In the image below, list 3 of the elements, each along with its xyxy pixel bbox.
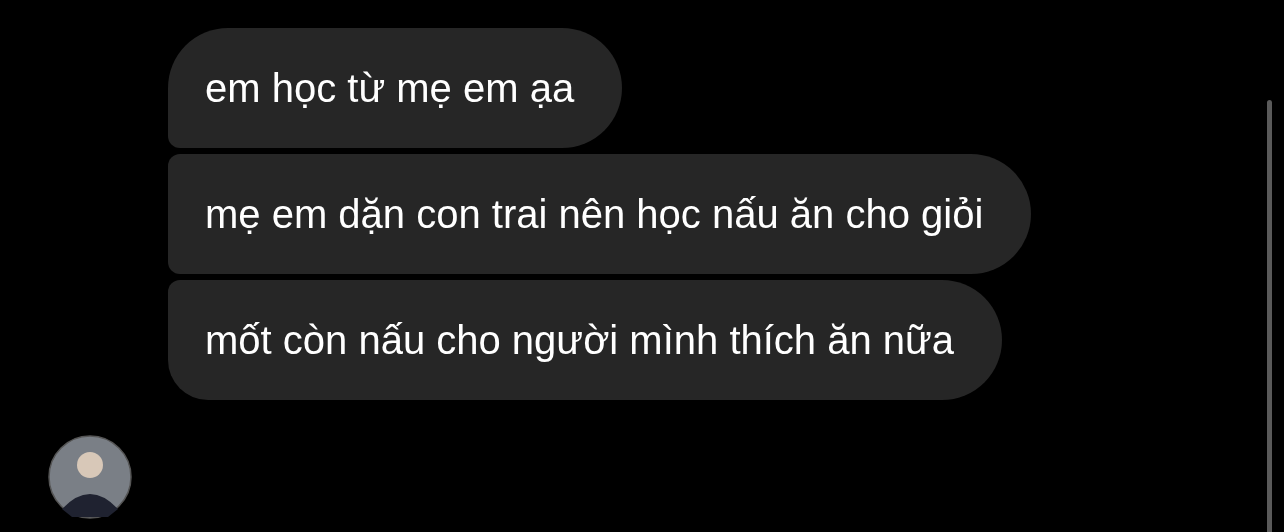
- message-bubble: mốt còn nấu cho người mình thích ăn nữa: [168, 280, 1003, 400]
- message-bubble: em học từ mẹ em ạa: [168, 28, 623, 148]
- message-bubble: mẹ em dặn con trai nên học nấu ăn cho giỏi: [168, 154, 1032, 274]
